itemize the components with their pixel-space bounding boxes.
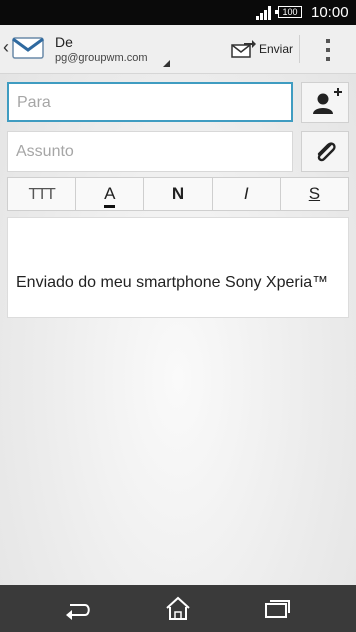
- action-divider: [299, 35, 300, 63]
- overflow-menu-icon[interactable]: [318, 36, 338, 64]
- signature-text: Enviado do meu smartphone Sony Xperia™: [16, 274, 329, 291]
- send-icon: [231, 40, 256, 58]
- to-placeholder: Para: [17, 94, 51, 111]
- compose-action-bar: ‹ De pg@groupwm.com Enviar: [0, 25, 356, 74]
- status-bar: 100 10:00: [0, 0, 356, 25]
- subject-placeholder: Assunto: [16, 143, 74, 160]
- signal-icon: [256, 6, 271, 20]
- add-contact-button[interactable]: [301, 82, 349, 123]
- text-color-icon: A: [104, 183, 116, 208]
- from-account-selector[interactable]: pg@groupwm.com: [55, 52, 147, 64]
- home-icon[interactable]: [158, 593, 198, 625]
- text-size-button[interactable]: TTT: [8, 178, 77, 210]
- text-size-icon: TTT: [28, 186, 55, 203]
- message-body[interactable]: Enviado do meu smartphone Sony Xperia™: [7, 217, 349, 318]
- attach-button[interactable]: [301, 131, 349, 172]
- battery-level: 100: [282, 7, 298, 17]
- strikethrough-icon: S: [308, 184, 321, 203]
- formatting-toolbar: TTT A N I S: [7, 177, 349, 211]
- add-contact-icon: [313, 88, 342, 114]
- status-time: 10:00: [311, 4, 349, 21]
- battery-icon: 100: [275, 6, 302, 18]
- to-field[interactable]: Para: [7, 82, 293, 122]
- account-dropdown-icon[interactable]: [163, 60, 170, 67]
- from-label: De: [55, 34, 73, 50]
- navigation-bar: [0, 585, 356, 632]
- paperclip-icon: [317, 142, 336, 162]
- send-button[interactable]: Enviar: [228, 31, 298, 67]
- bold-icon: N: [171, 184, 185, 203]
- email-app-icon[interactable]: [12, 37, 44, 59]
- text-color-button[interactable]: A: [76, 178, 145, 210]
- italic-icon: I: [243, 184, 249, 203]
- send-label: Enviar: [259, 42, 294, 56]
- italic-button[interactable]: I: [213, 178, 281, 210]
- bold-button[interactable]: N: [144, 178, 213, 210]
- back-icon[interactable]: [58, 593, 98, 625]
- strikethrough-button[interactable]: S: [281, 178, 348, 210]
- subject-field[interactable]: Assunto: [7, 131, 293, 172]
- recent-apps-icon[interactable]: [257, 593, 297, 625]
- back-chevron-icon[interactable]: ‹: [3, 37, 9, 58]
